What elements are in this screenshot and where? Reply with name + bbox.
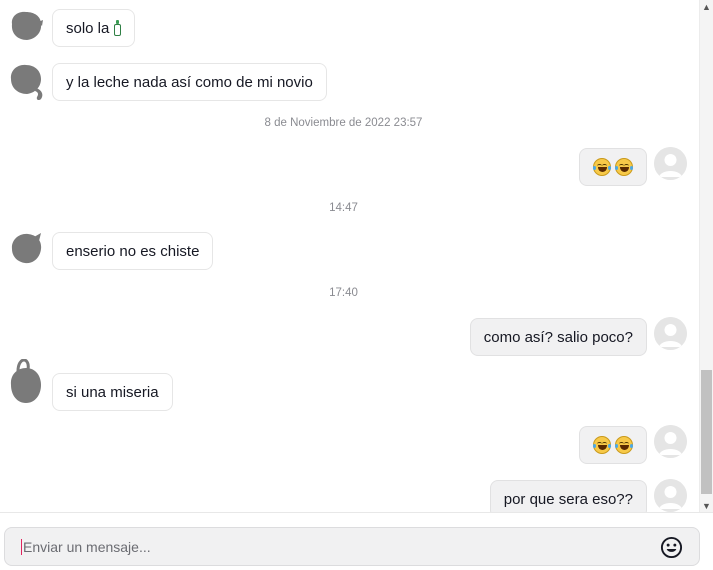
- incoming-message-bubble: enserio no es chiste: [52, 232, 214, 270]
- sender-avatar[interactable]: [8, 8, 44, 44]
- incoming-message-bubble: si una miseria: [52, 373, 173, 411]
- incoming-message-bubble: y la leche nada así como de mi novio: [52, 63, 327, 101]
- message-text: por que sera eso??: [503, 490, 633, 508]
- scroll-down-arrow-icon[interactable]: ▼: [700, 499, 713, 512]
- outgoing-message-bubble: por que sera eso??: [489, 480, 647, 512]
- outgoing-message-bubble: [579, 148, 647, 186]
- laughing-tears-emoji-icon: [615, 158, 633, 176]
- message-text: solo la: [66, 19, 110, 37]
- scroll-up-arrow-icon[interactable]: ▲: [700, 0, 713, 13]
- laughing-tears-emoji-icon: [593, 436, 611, 454]
- laughing-tears-emoji-icon: [615, 436, 633, 454]
- message-input[interactable]: [22, 528, 699, 565]
- chat-message-list: solo la y la leche nada así como de mi n…: [0, 0, 699, 512]
- incoming-message-bubble: solo la: [52, 9, 136, 47]
- smiley-icon[interactable]: [660, 536, 683, 559]
- scrollbar-thumb[interactable]: [701, 370, 712, 494]
- sender-avatar[interactable]: [8, 62, 44, 102]
- message-text: si una miseria: [66, 383, 159, 401]
- milk-bottle-icon: [114, 20, 122, 36]
- message-text: y la leche nada así como de mi novio: [66, 73, 313, 91]
- outgoing-message-bubble: como así? salio poco?: [469, 318, 647, 356]
- chat-scrollbar[interactable]: ▲ ▼: [699, 0, 713, 512]
- my-avatar[interactable]: [654, 425, 687, 458]
- my-avatar[interactable]: [654, 317, 687, 350]
- timestamp-divider: 8 de Noviembre de 2022 23:57: [264, 117, 423, 129]
- my-avatar[interactable]: [654, 479, 687, 512]
- sender-avatar[interactable]: [8, 359, 44, 405]
- laughing-tears-emoji-icon: [593, 158, 611, 176]
- timestamp-divider: 17:40: [329, 287, 358, 299]
- my-avatar[interactable]: [654, 147, 687, 180]
- message-text: enserio no es chiste: [66, 242, 200, 260]
- outgoing-message-bubble: [579, 426, 647, 464]
- message-input-container[interactable]: [4, 527, 700, 566]
- sender-avatar[interactable]: [8, 231, 44, 267]
- message-composer: [0, 512, 713, 570]
- timestamp-divider: 14:47: [329, 202, 358, 214]
- message-text: como así? salio poco?: [483, 328, 633, 346]
